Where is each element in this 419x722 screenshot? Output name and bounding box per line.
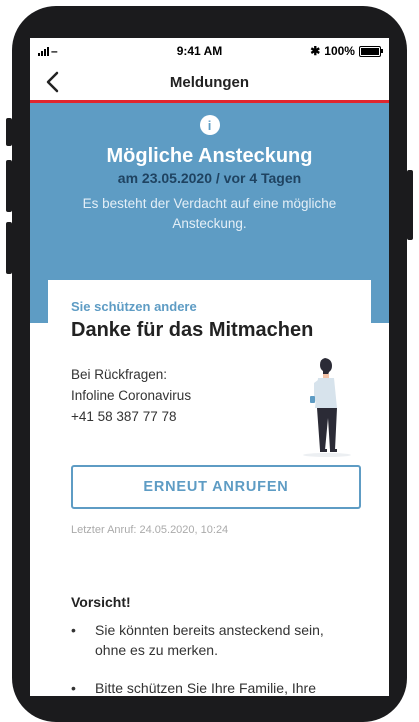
alert-title: Mögliche Ansteckung xyxy=(106,145,313,167)
info-card: Sie schützen andere Danke für das Mitmac… xyxy=(48,280,371,696)
info-icon: i xyxy=(199,115,220,135)
back-chevron-icon[interactable] xyxy=(44,70,64,94)
volume-down-button xyxy=(6,222,12,274)
last-call-timestamp: Letzter Anruf: 24.05.2020, 10:24 xyxy=(71,524,229,536)
bluetooth-icon: ✱ xyxy=(310,44,321,58)
contact-name: Infoline Coronavirus xyxy=(71,388,192,403)
person-illustration xyxy=(303,358,351,457)
battery-area: ✱ 100% xyxy=(301,44,383,58)
contact-label: Bei Rückfragen: xyxy=(71,367,168,382)
signal-icon xyxy=(38,46,49,56)
signal-area: – xyxy=(38,44,98,58)
app-screen: – 9:41 AM ✱ 100% Meldungen i Mögliche An… xyxy=(30,38,389,696)
contact-block: Bei Rückfragen: Infoline Coronavirus +41… xyxy=(71,364,191,427)
bullet-icon: • xyxy=(71,622,76,638)
mute-switch xyxy=(6,118,12,146)
list-item-text: Bitte schützen Sie Ihre Familie, Ihre xyxy=(95,680,316,696)
card-eyebrow: Sie schützen andere xyxy=(71,299,197,314)
call-again-button[interactable]: ERNEUT ANRUFEN xyxy=(71,465,361,509)
status-time: 9:41 AM xyxy=(176,44,223,58)
warning-list: • Sie könnten bereits ansteckend sein, o… xyxy=(71,620,351,696)
battery-icon xyxy=(358,45,383,57)
page-title: Meldungen xyxy=(169,73,250,91)
warning-title: Vorsicht! xyxy=(71,594,131,610)
card-heading: Danke für das Mitmachen xyxy=(71,319,314,341)
bullet-icon: • xyxy=(71,680,76,696)
volume-up-button xyxy=(6,160,12,212)
signal-suffix: – xyxy=(51,44,58,58)
alert-description: Es besteht der Verdacht auf eine möglich… xyxy=(82,196,337,231)
contact-phone[interactable]: +41 58 387 77 78 xyxy=(71,406,191,427)
alert-date: am 23.05.2020 / vor 4 Tagen xyxy=(117,170,302,186)
status-bar: – 9:41 AM ✱ 100% xyxy=(30,38,389,64)
list-item-text: Sie könnten bereits ansteckend sein, ohn… xyxy=(95,622,324,658)
battery-percent: 100% xyxy=(324,44,355,58)
nav-bar: Meldungen xyxy=(30,64,389,103)
list-item: • Bitte schützen Sie Ihre Familie, Ihre xyxy=(71,678,351,696)
list-item: • Sie könnten bereits ansteckend sein, o… xyxy=(71,620,351,660)
power-button xyxy=(407,170,413,240)
